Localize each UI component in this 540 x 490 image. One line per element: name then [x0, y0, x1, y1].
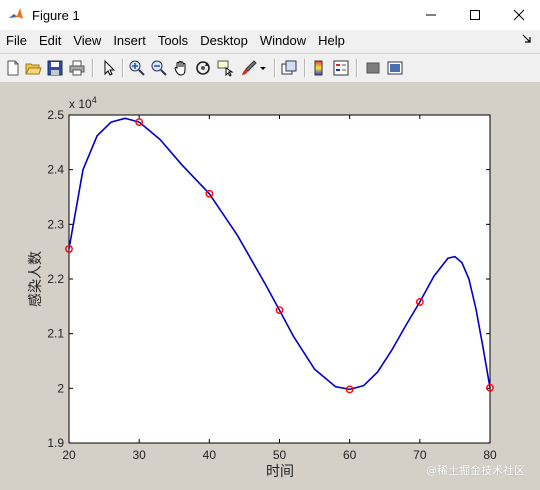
- rotate-3d-icon[interactable]: [194, 59, 212, 77]
- menu-edit[interactable]: Edit: [33, 30, 67, 52]
- minimize-button[interactable]: [408, 0, 454, 30]
- print-icon[interactable]: [68, 59, 86, 77]
- toolbar-separator: [122, 59, 124, 77]
- brush-icon[interactable]: [240, 59, 258, 77]
- close-button[interactable]: [496, 0, 540, 30]
- data-cursor-icon[interactable]: [216, 59, 234, 77]
- window-title: Figure 1: [32, 7, 80, 23]
- menu-desktop[interactable]: Desktop: [194, 30, 254, 52]
- menu-window[interactable]: Window: [254, 30, 312, 52]
- menu-help[interactable]: Help: [312, 30, 351, 52]
- menu-insert[interactable]: Insert: [107, 30, 152, 52]
- edit-plot-icon[interactable]: [100, 59, 118, 77]
- hide-plot-tools-icon[interactable]: [364, 59, 382, 77]
- new-figure-icon[interactable]: [4, 59, 22, 77]
- menu-file[interactable]: File: [0, 30, 33, 52]
- y-tick-label: 2: [57, 381, 64, 395]
- maximize-button[interactable]: [452, 0, 498, 30]
- show-plot-tools-icon[interactable]: [386, 59, 404, 77]
- title-bar: Figure 1: [0, 0, 540, 30]
- y-tick-label: 2.3: [47, 217, 64, 231]
- x-tick-label: 60: [343, 448, 357, 462]
- maximize-icon: [470, 10, 480, 20]
- brush-dropdown-icon[interactable]: [258, 59, 268, 77]
- save-icon[interactable]: [46, 59, 64, 77]
- x-tick-label: 80: [483, 448, 497, 462]
- close-icon: [513, 9, 525, 21]
- toolbar-separator: [304, 59, 306, 77]
- watermark: @稀土掘金技术社区: [426, 464, 525, 477]
- zoom-in-icon[interactable]: [128, 59, 146, 77]
- colorbar-icon[interactable]: [310, 59, 328, 77]
- matlab-logo-icon: [9, 8, 23, 19]
- y-tick-label: 1.9: [47, 436, 64, 450]
- toolbar-separator: [92, 59, 94, 77]
- y-tick-label: 2.5: [47, 108, 64, 122]
- x-tick-label: 70: [413, 448, 427, 462]
- y-tick-label: 2.2: [47, 272, 64, 286]
- toolbar-separator: [356, 59, 358, 77]
- link-plot-icon[interactable]: [280, 59, 298, 77]
- minimize-icon: [426, 14, 436, 16]
- legend-icon[interactable]: [332, 59, 350, 77]
- x-axis-label: 时间: [266, 463, 294, 479]
- y-exponent-label: x 104: [69, 95, 97, 111]
- figure-toolbar: [0, 53, 540, 83]
- menu-bar: File Edit View Insert Tools Desktop Wind…: [0, 30, 540, 52]
- x-tick-label: 30: [132, 448, 146, 462]
- dock-arrow-icon[interactable]: [522, 34, 532, 44]
- menu-view[interactable]: View: [67, 30, 107, 52]
- y-axis-label: 感染人数: [27, 251, 43, 307]
- figure-window: Figure 1 File Edit View Insert Tools Des…: [0, 0, 540, 490]
- toolbar-separator: [274, 59, 276, 77]
- plot-canvas: 20 30 40 50 60 70 801.922.12.22.32.42.5 x 104 …: [27, 95, 497, 479]
- x-tick-label: 20: [62, 448, 76, 462]
- y-tick-label: 2.1: [47, 327, 64, 341]
- open-file-icon[interactable]: [24, 59, 42, 77]
- zoom-out-icon[interactable]: [150, 59, 168, 77]
- pan-icon[interactable]: [172, 59, 190, 77]
- plot-axes-area[interactable]: [68, 114, 491, 444]
- x-tick-label: 50: [273, 448, 287, 462]
- x-tick-label: 40: [203, 448, 217, 462]
- y-tick-label: 2.4: [47, 163, 64, 177]
- menu-tools[interactable]: Tools: [152, 30, 194, 52]
